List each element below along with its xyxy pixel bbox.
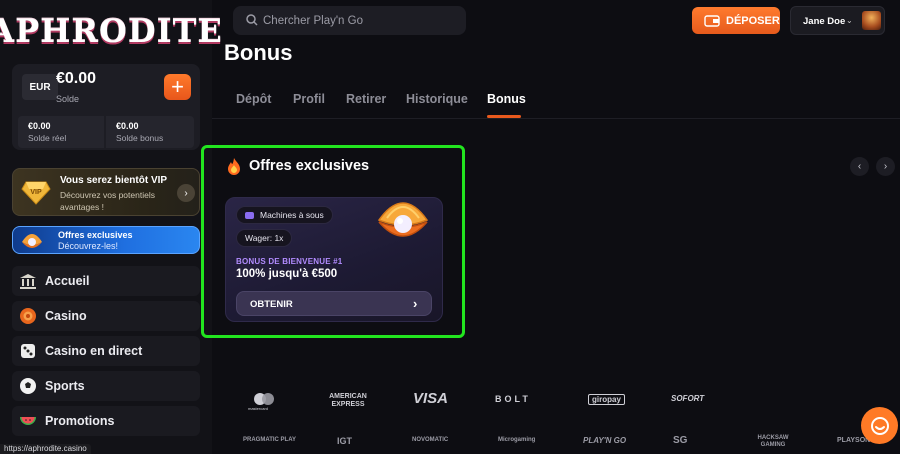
balance-amount: €0.00 bbox=[56, 70, 97, 87]
nav-item-casino[interactable]: Casino bbox=[12, 301, 200, 331]
bonus-balance-label: Solde bonus bbox=[116, 133, 164, 143]
microgaming-logo: Microgaming bbox=[498, 437, 536, 443]
deposit-label: DÉPOSER bbox=[726, 14, 780, 27]
chevron-right-icon[interactable]: › bbox=[177, 184, 195, 202]
giropay-logo: giropay bbox=[588, 394, 625, 405]
igt-logo: IGT bbox=[337, 436, 352, 446]
playngo-logo: PLAY'N GO bbox=[583, 436, 627, 445]
balance-label: Solde bbox=[56, 94, 80, 104]
sg-logo: SG bbox=[673, 435, 688, 446]
category-chip: Machines à sous bbox=[236, 206, 333, 224]
soccer-ball-icon bbox=[18, 376, 38, 396]
exclusive-offers-banner[interactable]: Offres exclusives Découvrez-les! bbox=[12, 226, 200, 254]
tab-historique[interactable]: Historique bbox=[406, 92, 468, 106]
tab-retirer[interactable]: Retirer bbox=[346, 92, 386, 106]
dice-icon bbox=[18, 341, 38, 361]
deposit-button[interactable]: DÉPOSER bbox=[692, 7, 780, 34]
currency-badge: EUR bbox=[22, 74, 58, 100]
sofort-logo: SOFORT bbox=[671, 394, 705, 403]
avatar bbox=[862, 11, 881, 30]
bank-icon bbox=[18, 271, 38, 291]
brand-logo[interactable]: APHRODITE bbox=[0, 10, 222, 52]
hacksaw-logo: HACKSAW GAMING bbox=[757, 435, 789, 448]
search-input[interactable] bbox=[263, 11, 453, 30]
nav-label: Sports bbox=[45, 379, 85, 393]
user-menu[interactable]: Jane Doe ⌄ bbox=[790, 6, 885, 35]
nav-label: Accueil bbox=[45, 274, 90, 288]
nav-label: Casino en direct bbox=[45, 344, 143, 358]
user-name: Jane Doe bbox=[803, 16, 846, 27]
claim-label: OBTENIR bbox=[250, 299, 293, 310]
pearl-shell-illustration bbox=[377, 202, 429, 237]
search-box[interactable] bbox=[233, 6, 466, 35]
wager-chip: Wager: 1x bbox=[236, 229, 293, 247]
nav-item-casino-en-direct[interactable]: Casino en direct bbox=[12, 336, 200, 366]
live-chat-button[interactable] bbox=[861, 407, 898, 444]
vip-subtitle: Découvrez vos potentiels avantages ! bbox=[60, 190, 155, 212]
visa-logo: VISA bbox=[413, 390, 449, 407]
novomatic-logo: NOVOMATIC bbox=[412, 437, 449, 443]
wallet-icon bbox=[704, 14, 720, 27]
nav-label: Casino bbox=[45, 309, 87, 323]
tab-profil[interactable]: Profil bbox=[293, 92, 325, 106]
category-label: Machines à sous bbox=[260, 210, 324, 220]
add-funds-button[interactable]: + bbox=[164, 74, 191, 100]
wallet-card: EUR €0.00 Solde + €0.00 Solde réel €0.00… bbox=[12, 64, 200, 150]
real-balance: €0.00 Solde réel bbox=[18, 116, 104, 148]
carousel-next-button[interactable]: › bbox=[876, 157, 895, 176]
offer-kicker: BONUS DE BIENVENUE #1 bbox=[236, 257, 343, 266]
mastercard-logo: mastercard bbox=[248, 392, 276, 411]
nav-item-sports[interactable]: Sports bbox=[12, 371, 200, 401]
flame-icon bbox=[228, 158, 240, 175]
page-title: Bonus bbox=[224, 40, 293, 65]
pragmatic-play-logo: PRAGMATIC PLAY bbox=[243, 437, 297, 443]
vip-gem-icon: VIP bbox=[21, 181, 51, 205]
carousel-prev-button[interactable]: ‹ bbox=[850, 157, 869, 176]
divider bbox=[212, 118, 900, 119]
status-url: https://aphrodite.casino bbox=[0, 444, 91, 454]
exclusive-banner-subtitle: Découvrez-les! bbox=[58, 241, 119, 251]
nav-label: Promotions bbox=[45, 414, 115, 428]
tab-bonus[interactable]: Bonus bbox=[487, 92, 526, 106]
search-icon bbox=[246, 14, 258, 26]
real-balance-value: €0.00 bbox=[28, 121, 51, 131]
amex-logo: AMERICAN EXPRESS bbox=[329, 393, 367, 408]
nav-item-promotions[interactable]: Promotions bbox=[12, 406, 200, 436]
nav-item-accueil[interactable]: Accueil bbox=[12, 266, 200, 296]
section-title: Offres exclusives bbox=[249, 158, 370, 174]
vip-promo-card[interactable]: VIP Vous serez bientôt VIP Découvrez vos… bbox=[12, 168, 200, 216]
bonus-balance: €0.00 Solde bonus bbox=[106, 116, 194, 148]
claim-offer-button[interactable]: OBTENIR › bbox=[236, 291, 432, 316]
chevron-right-icon: › bbox=[413, 296, 418, 311]
real-balance-label: Solde réel bbox=[28, 133, 67, 143]
bonus-balance-value: €0.00 bbox=[116, 121, 139, 131]
chat-icon bbox=[870, 416, 889, 435]
watermelon-icon bbox=[18, 411, 38, 431]
vip-title: Vous serez bientôt VIP bbox=[60, 175, 168, 186]
mastercard-label: mastercard bbox=[248, 406, 269, 411]
bolt-logo: BOLT bbox=[495, 394, 531, 404]
offer-title: 100% jusqu'à €500 bbox=[236, 268, 338, 280]
pearl-shell-icon bbox=[22, 234, 42, 248]
vip-badge-text: VIP bbox=[30, 189, 42, 196]
chevron-down-icon: ⌄ bbox=[846, 16, 853, 25]
slot-machine-icon bbox=[245, 211, 254, 219]
chip-icon bbox=[18, 306, 38, 326]
tab-depot[interactable]: Dépôt bbox=[236, 92, 271, 106]
exclusive-banner-title: Offres exclusives bbox=[58, 230, 133, 240]
sidebar: APHRODITE EUR €0.00 Solde + €0.00 Solde … bbox=[0, 0, 222, 454]
